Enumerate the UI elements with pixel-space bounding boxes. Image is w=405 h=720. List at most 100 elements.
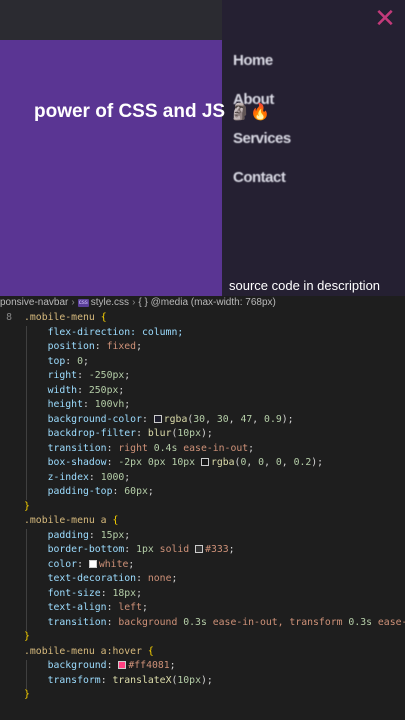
color-swatch[interactable] [88,559,97,568]
code-token: ; [124,529,131,541]
color-swatch[interactable] [153,414,162,423]
code-token: : [141,413,154,425]
code-line[interactable]: top: 0; [0,355,405,370]
code-token: position [24,341,95,352]
code-line[interactable]: flex-direction: column; [0,326,405,341]
code-text: color: white; [24,558,135,573]
code-line[interactable]: } [0,688,405,703]
code-token: 15px [100,529,125,541]
menu-item-services[interactable]: Services [233,130,291,147]
code-token: : [112,486,125,497]
code-line[interactable]: width: 250px; [0,384,405,399]
code-token: width [24,384,78,396]
code-token: -250px [88,370,125,381]
fire-emoji: 🔥 [250,104,271,121]
code-token: , [246,457,259,468]
color-swatch[interactable] [118,661,127,669]
code-text: } [24,688,30,703]
code-token: 10px [177,428,201,439]
code-token: .mobile-menu [24,312,101,323]
code-text: padding-top: 60px; [24,485,154,500]
code-token: rgba [163,413,188,425]
code-text: padding: 15px; [24,529,131,544]
code-token: : [65,355,78,367]
code-token: 1000 [100,471,125,483]
code-token: ; [124,471,131,483]
code-line[interactable]: padding: 15px; [0,529,405,544]
code-token: : [77,558,89,570]
code-token: 1px [136,544,154,555]
menu-item-contact[interactable]: Contact [233,169,286,186]
code-line[interactable]: position: fixed; [0,340,405,355]
code-line[interactable]: .mobile-menu a:hover { [0,645,405,660]
code-token: color [24,558,78,570]
code-line[interactable]: 8 .mobile-menu { [0,311,405,326]
close-icon[interactable]: ✕ [370,4,400,34]
code-line[interactable]: } [0,630,405,645]
code-line[interactable]: padding-top: 60px; [0,485,405,500]
breadcrumb-folder[interactable]: ponsive-navbar [0,297,68,308]
code-line[interactable]: transition: background 0.3s ease-in-out,… [0,616,405,631]
code-token: text-align [24,602,107,613]
breadcrumb-file[interactable]: style.css [91,297,129,308]
code-token: : [136,573,148,584]
code-line[interactable]: background: #ff4081; [0,659,405,674]
code-token: top [24,355,66,367]
code-token: background-color [24,413,142,425]
code-token: : [136,428,148,439]
code-editor[interactable]: 8 .mobile-menu { flex-direction: column; … [0,310,405,720]
code-token: : [106,442,119,454]
css-file-icon: css [77,299,89,307]
code-token: 10px [177,674,201,686]
code-token: : [106,457,119,468]
code-token: ; [136,341,142,352]
code-token: { [112,515,119,526]
mobile-menu-panel [222,0,405,296]
color-swatch[interactable] [195,545,204,553]
code-token: background [24,660,107,671]
code-line[interactable]: right: -250px; [0,369,405,384]
code-token: padding [24,529,89,541]
code-text: width: 250px; [24,384,125,399]
code-token: { [147,645,154,657]
code-token: #ff4081 [128,660,170,671]
code-line[interactable]: height: 100vh; [0,398,405,413]
code-line[interactable]: backdrop-filter: blur(10px); [0,427,405,442]
code-token: : [88,529,101,541]
code-token: : [106,660,119,671]
code-line[interactable]: text-decoration: none; [0,572,405,587]
code-token: .mobile-menu a [24,515,113,526]
breadcrumb: ponsive-navbar › css style.css ›{ } @media (… [0,296,405,310]
code-line[interactable]: z-index: 1000; [0,471,405,486]
code-token: right [118,442,154,454]
line-number: 8 [6,312,12,323]
code-token: background [118,616,184,628]
browser-preview: ✕ Home About Services Contact power of C… [0,0,405,296]
code-token: ease-in-out [177,442,249,454]
code-line[interactable]: transform: translateX(10px); [0,674,405,689]
code-token: , [205,413,217,425]
breadcrumb-symbol[interactable]: { } @media (max-width: 768px) [138,297,275,308]
code-token: ; [83,355,89,367]
code-token: : [77,370,89,381]
code-line[interactable]: background-color: rgba(30, 30, 47, 0.9); [0,413,405,428]
code-line[interactable]: text-align: left; [0,601,405,616]
code-line[interactable]: .mobile-menu a { [0,514,405,529]
color-swatch[interactable] [200,458,209,466]
code-text: transform: translateX(10px); [24,674,213,689]
code-line[interactable]: box-shadow: -2px 0px 10px rgba(0, 0, 0, … [0,456,405,471]
code-token: left [118,602,142,613]
code-line[interactable]: } [0,500,405,515]
code-text: right: -250px; [24,369,131,384]
code-line[interactable]: transition: right 0.4s ease-in-out; [0,442,405,457]
code-token: solid [153,544,196,555]
moai-emoji: 🗿 [230,104,251,121]
code-token: flex-direction: column; [24,326,184,338]
code-token: ; [147,486,154,497]
menu-item-home[interactable]: Home [233,52,273,69]
code-line[interactable]: color: white; [0,558,405,573]
code-line[interactable]: border-bottom: 1px solid #333; [0,543,405,558]
code-token: } [24,500,30,512]
code-token: : [94,341,107,352]
code-line[interactable]: font-size: 18px; [0,587,405,602]
